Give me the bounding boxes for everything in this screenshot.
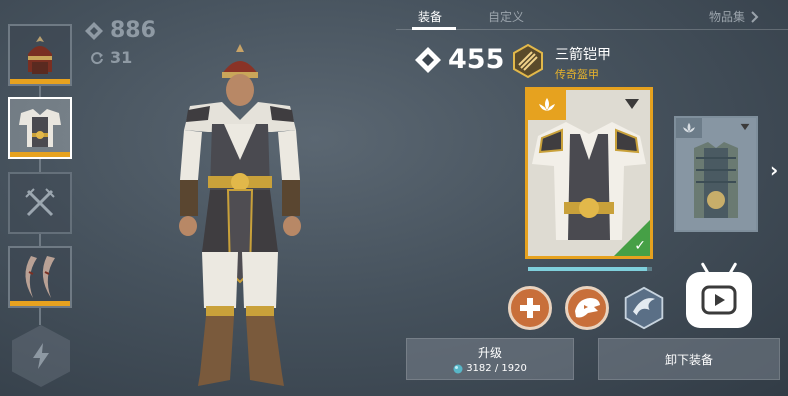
upgrade-label: 升级 <box>477 346 502 360</box>
item-name: 三箭铠甲 <box>555 47 611 63</box>
heal-skill[interactable] <box>508 286 552 330</box>
spirit-skill[interactable] <box>622 286 666 330</box>
diamond-gem-icon <box>415 46 441 73</box>
lightning-icon <box>33 343 49 369</box>
equipped-item-card[interactable]: ✓ <box>525 87 653 259</box>
plus-cross-icon <box>520 298 540 318</box>
next-arrow-icon[interactable]: › <box>770 158 778 182</box>
item-power-value: 455 <box>448 44 505 75</box>
refresh-icon <box>91 51 103 64</box>
armor-icon <box>19 109 61 147</box>
player-power: 886 <box>84 18 156 43</box>
card-progress-fill <box>528 267 648 271</box>
checkmark-icon: ✓ <box>634 238 646 254</box>
alternate-item-card[interactable] <box>674 116 758 232</box>
unequip-label: 卸下装备 <box>664 352 713 367</box>
beast-head-icon <box>575 298 600 318</box>
player-level-value: 31 <box>110 48 133 67</box>
tab-equip[interactable]: 装备 <box>418 8 442 25</box>
helmet-icon <box>28 36 52 74</box>
tab-collection-label: 物品集 <box>709 10 746 24</box>
active-tab-indicator <box>412 27 456 30</box>
upgrade-cost-value: 3182 / 1920 <box>466 363 527 374</box>
character-model <box>179 44 301 386</box>
arrows-emblem-icon <box>513 44 543 78</box>
item-rarity: 传奇盔甲 <box>555 68 599 81</box>
orb-icon <box>453 364 463 373</box>
card-progress-bar <box>528 267 652 271</box>
armor-slot[interactable] <box>8 97 72 159</box>
upgrade-button[interactable]: 升级 3182 / 1920 <box>406 338 574 380</box>
curved-blades-icon <box>25 256 55 298</box>
video-play-icon <box>701 285 737 315</box>
ranged-slot[interactable] <box>8 246 72 308</box>
unequip-button[interactable]: 卸下装备 <box>598 338 780 380</box>
player-level: 31 <box>90 48 132 67</box>
chevron-right-icon <box>751 10 759 23</box>
beast-skill[interactable] <box>565 286 609 330</box>
tab-custom[interactable]: 自定义 <box>488 8 524 25</box>
spirit-emblem-icon <box>624 286 664 330</box>
magic-slot[interactable] <box>12 325 70 387</box>
diamond-gem-icon <box>85 21 103 40</box>
tab-bar: 装备 自定义 物品集 <box>396 0 788 30</box>
weapon-slot[interactable] <box>8 172 72 234</box>
crossed-swords-icon <box>25 188 55 217</box>
armor-preview <box>694 142 738 218</box>
item-power: 455 <box>414 44 504 75</box>
helmet-slot[interactable] <box>8 24 72 86</box>
upgrade-cost: 3182 / 1920 <box>453 363 527 374</box>
video-play-button[interactable] <box>686 272 752 328</box>
tab-collection[interactable]: 物品集 <box>709 8 759 25</box>
